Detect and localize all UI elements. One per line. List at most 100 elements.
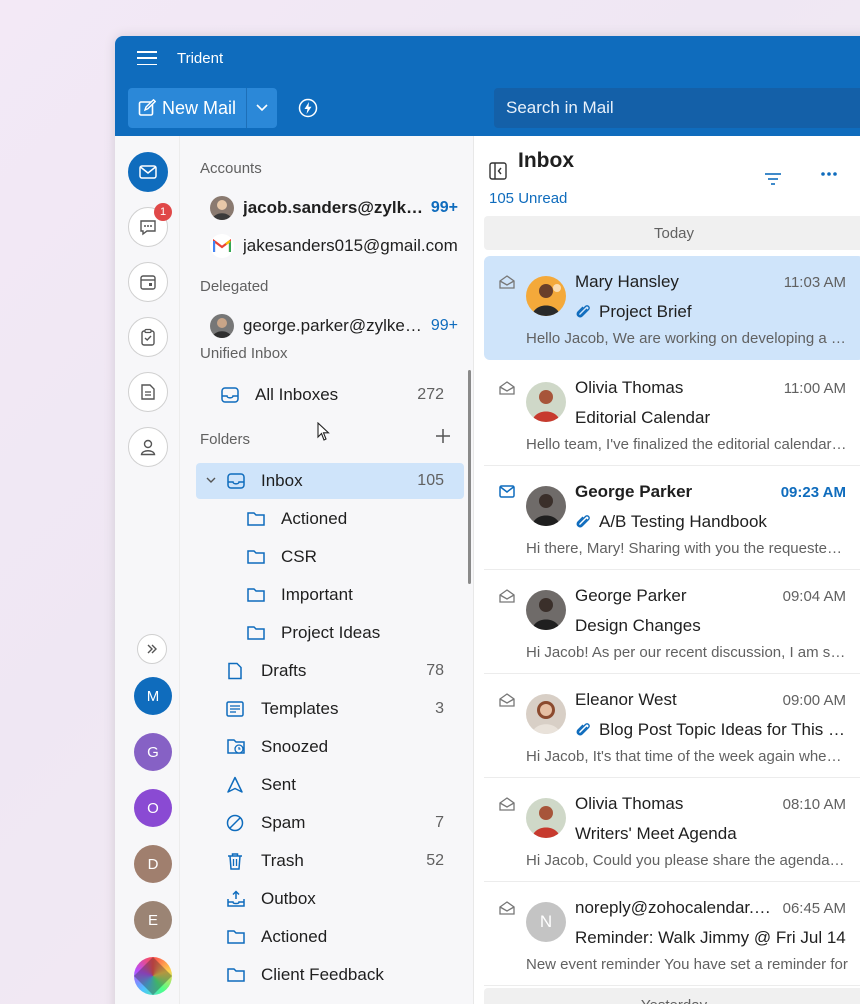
folder-templates[interactable]: Templates 3	[196, 691, 464, 727]
quick-actions-button[interactable]	[293, 88, 323, 128]
rail-calendar-button[interactable]	[128, 262, 168, 302]
envelope-closed-icon[interactable]	[499, 485, 515, 498]
message-subject-text: Writers' Meet Agenda	[575, 824, 737, 843]
message-item[interactable]: George Parker 09:04 AM Design Changes Hi…	[484, 570, 860, 674]
snooze-icon	[226, 738, 246, 756]
rail-chat-button[interactable]: 1	[128, 203, 172, 247]
template-icon	[226, 701, 244, 717]
message-item[interactable]: Mary Hansley 11:03 AM Project Brief Hell…	[484, 256, 860, 360]
rail-mail-button[interactable]	[128, 152, 168, 192]
folder-count: 7	[435, 814, 444, 831]
folder-trash[interactable]: Trash 52	[196, 843, 464, 879]
message-preview: Hi Jacob, It's that time of the week aga…	[526, 748, 848, 765]
trash-icon	[226, 852, 244, 870]
hamburger-menu-icon[interactable]	[137, 51, 157, 65]
rail-account-avatar[interactable]: G	[134, 733, 172, 771]
delegated-account-item[interactable]: george.parker@zylker.com 99+	[210, 310, 458, 342]
message-sender: Mary Hansley	[575, 272, 679, 291]
folder-client-feedback[interactable]: Client Feedback	[196, 957, 464, 993]
folder-label: Inbox	[261, 471, 303, 490]
account-item[interactable]: jacob.sanders@zylker.com 99+	[210, 192, 458, 224]
message-sender: Eleanor West	[575, 690, 677, 709]
folder-count: 272	[417, 386, 444, 403]
rail-account-avatar[interactable]: E	[134, 901, 172, 939]
accounts-section-title: Accounts	[200, 160, 262, 177]
folder-scrollbar[interactable]	[468, 370, 471, 584]
message-item[interactable]: N noreply@zohocalendar.com 06:45 AM Remi…	[484, 882, 860, 986]
calendar-icon	[140, 275, 156, 290]
message-time: 11:00 AM	[783, 380, 846, 397]
unread-count[interactable]: 105 Unread	[489, 190, 567, 207]
chevron-down-icon[interactable]	[206, 477, 216, 484]
rail-account-avatar[interactable]: D	[134, 845, 172, 883]
folder-label: Important	[281, 585, 353, 604]
folder-label: Drafts	[261, 661, 307, 680]
notes-icon	[141, 384, 155, 400]
envelope-open-icon[interactable]	[499, 901, 515, 915]
message-item[interactable]: Olivia Thomas 11:00 AM Editorial Calenda…	[484, 362, 860, 466]
sent-icon	[226, 776, 244, 794]
message-sender: Olivia Thomas	[575, 794, 684, 813]
envelope-open-icon[interactable]	[499, 381, 515, 395]
delegated-section-title: Delegated	[200, 278, 269, 295]
envelope-open-icon[interactable]	[499, 589, 515, 603]
app-window: Trident New Mail 1	[115, 36, 860, 1004]
account-email: jacob.sanders@zylker.com	[243, 198, 425, 217]
subfolder-item[interactable]: CSR	[196, 539, 464, 575]
avatar-initial: N	[539, 912, 553, 931]
folder-inbox[interactable]: Inbox 105	[196, 463, 464, 499]
folder-icon	[246, 511, 266, 527]
message-item[interactable]: Eleanor West 09:00 AM Blog Post Topic Id…	[484, 674, 860, 778]
folder-all-inboxes[interactable]: All Inboxes 272	[196, 377, 464, 413]
message-preview: Hello team, I've finalized the editorial…	[526, 436, 848, 453]
compose-icon	[138, 99, 156, 116]
mail-icon	[139, 165, 157, 179]
search-input[interactable]	[506, 98, 860, 118]
envelope-open-icon[interactable]	[499, 275, 515, 289]
folder-snoozed[interactable]: Snoozed	[196, 729, 464, 765]
rail-expand-button[interactable]	[137, 634, 167, 664]
rail-account-avatar[interactable]: O	[134, 789, 172, 827]
envelope-open-icon[interactable]	[499, 693, 515, 707]
message-subject: Editorial Calendar	[575, 408, 847, 428]
sender-avatar	[526, 276, 566, 316]
folder-outbox[interactable]: Outbox	[196, 881, 464, 917]
message-item[interactable]: Olivia Thomas 08:10 AM Writers' Meet Age…	[484, 778, 860, 882]
folder-label: Actioned	[261, 927, 328, 946]
date-separator-yesterday: Yesterday	[484, 988, 860, 1004]
message-item[interactable]: George Parker 09:23 AM A/B Testing Handb…	[484, 466, 860, 570]
folder-drafts[interactable]: Drafts 78	[196, 653, 464, 689]
rail-notes-button[interactable]	[128, 372, 168, 412]
folder-actioned[interactable]: Actioned	[196, 919, 464, 955]
new-mail-split-button: New Mail	[128, 88, 278, 128]
rail-tasks-button[interactable]	[128, 317, 168, 357]
chevron-down-icon	[256, 104, 268, 112]
subfolder-item[interactable]: Important	[196, 577, 464, 613]
avatar-letter: O	[147, 799, 159, 817]
add-folder-icon[interactable]	[435, 428, 451, 444]
folder-label: Spam	[261, 813, 306, 832]
more-options-icon[interactable]	[820, 171, 838, 177]
unified-inbox-section-title: Unified Inbox	[200, 345, 288, 362]
account-unread-count: 99+	[430, 199, 458, 216]
envelope-open-icon[interactable]	[499, 797, 515, 811]
folder-label: CSR	[281, 547, 317, 566]
folder-spam[interactable]: Spam 7	[196, 805, 464, 841]
message-list-pane: Inbox 105 Unread Today Mary Hansley 11:0…	[474, 136, 860, 1004]
new-mail-dropdown-button[interactable]	[247, 88, 277, 128]
account-item[interactable]: jakesanders015@gmail.com	[210, 230, 458, 262]
filter-icon[interactable]	[764, 172, 782, 186]
rail-contacts-button[interactable]	[128, 427, 168, 467]
rail-account-avatar-image[interactable]	[134, 957, 172, 995]
draft-icon	[226, 662, 244, 680]
subfolder-item[interactable]: Actioned	[196, 501, 464, 537]
new-mail-button[interactable]: New Mail	[128, 88, 248, 128]
person-avatar-icon	[532, 598, 560, 630]
lightning-icon	[298, 98, 318, 118]
subfolder-item[interactable]: Project Ideas	[196, 615, 464, 651]
folder-sent[interactable]: Sent	[196, 767, 464, 803]
folder-icon	[226, 967, 246, 983]
folder-count: 3	[435, 700, 444, 717]
collapse-pane-icon[interactable]	[489, 162, 507, 180]
rail-account-avatar[interactable]: M	[134, 677, 172, 715]
